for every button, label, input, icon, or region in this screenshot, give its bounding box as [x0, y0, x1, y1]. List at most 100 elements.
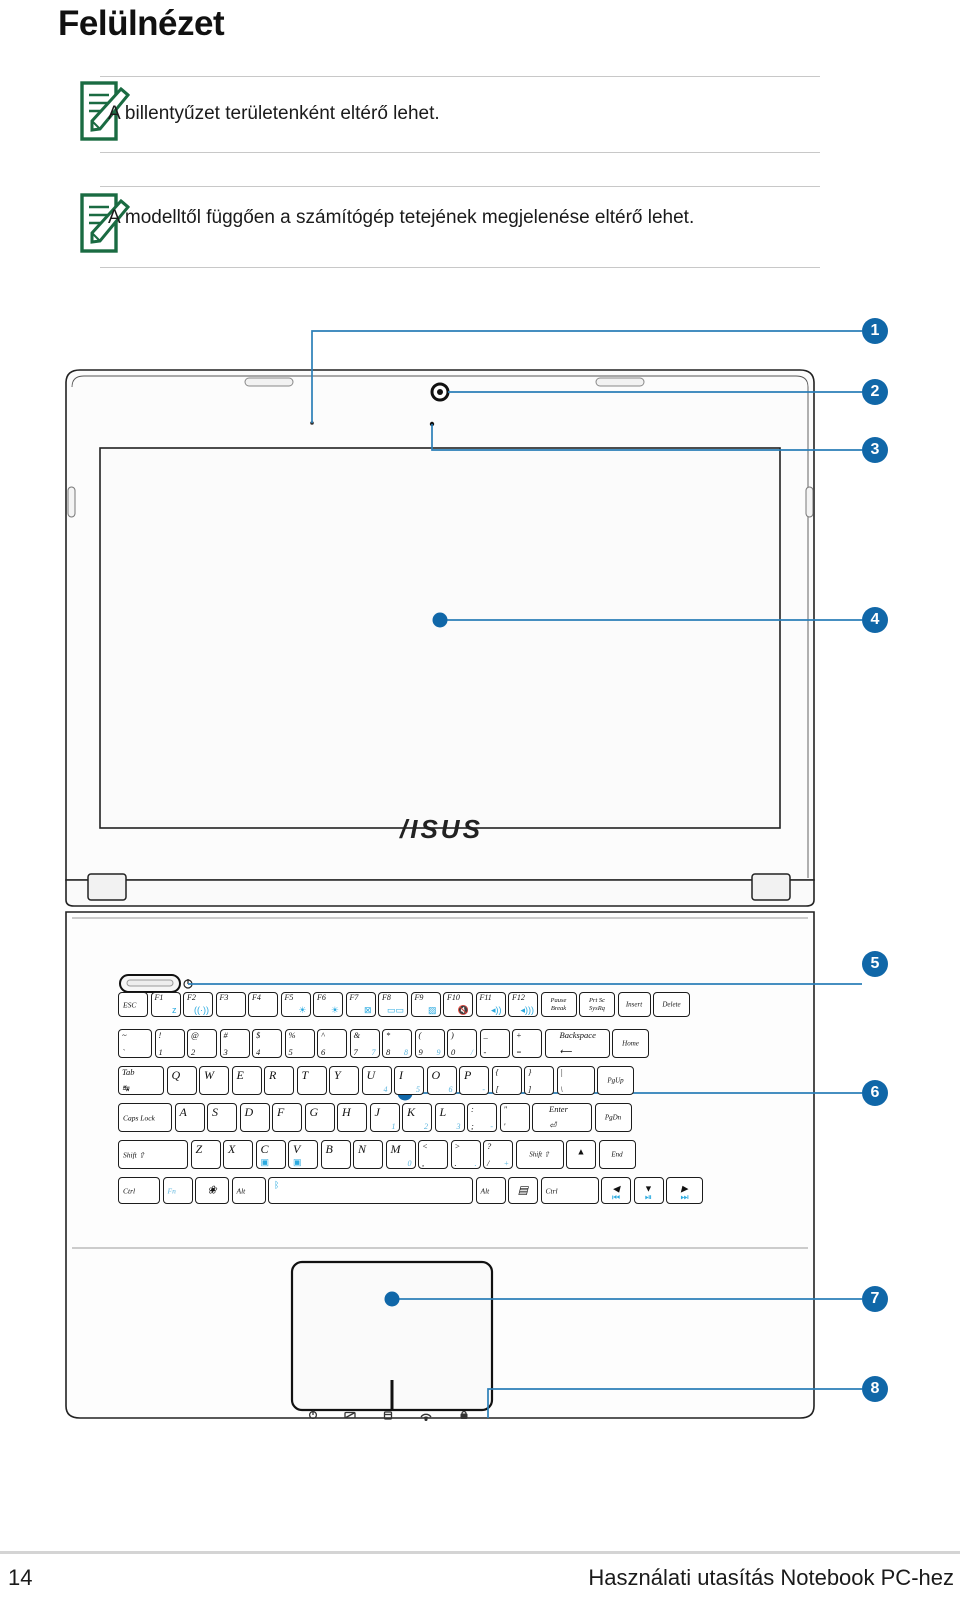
key-f10[interactable]: F10 🔇 — [443, 992, 473, 1017]
key-?[interactable]: ? / + — [483, 1140, 513, 1169]
callout-2[interactable]: 2 — [862, 379, 888, 405]
key-w[interactable]: W — [199, 1066, 229, 1095]
key-x[interactable]: X — [223, 1140, 253, 1169]
key-fn[interactable]: Fn — [162, 1177, 193, 1204]
key-e[interactable]: E — [231, 1066, 262, 1095]
key-q[interactable]: Q — [166, 1066, 197, 1095]
key-◀[interactable]: ◀ ⏮ — [601, 1177, 631, 1204]
callout-8[interactable]: 8 — [862, 1376, 888, 1402]
key-:[interactable]: :; - — [467, 1103, 497, 1132]
key-{[interactable]: {[ — [491, 1066, 522, 1095]
key-f3[interactable]: F3 — [215, 992, 246, 1017]
key-m[interactable]: M0 — [385, 1140, 416, 1169]
key->[interactable]: >.. — [450, 1140, 481, 1169]
key-f12[interactable]: F12 ◂))) — [508, 992, 538, 1017]
key-~[interactable]: ~ ` — [118, 1029, 152, 1058]
key-d[interactable]: D — [239, 1103, 270, 1132]
key-backspace[interactable]: Backspace ⟵ — [544, 1029, 610, 1058]
callout-6[interactable]: 6 — [862, 1080, 888, 1106]
key-*[interactable]: * 8 8 — [382, 1029, 412, 1058]
wifi-icon: ((·)) — [194, 1005, 209, 1015]
key-alt[interactable]: Alt — [231, 1177, 266, 1204]
key-n[interactable]: N — [353, 1140, 383, 1169]
key-z[interactable]: Z — [190, 1140, 221, 1169]
key-▼[interactable]: ▼ ⏯ — [633, 1177, 664, 1204]
key-v[interactable]: V ▣ — [288, 1140, 318, 1169]
key-delete[interactable]: Delete — [653, 992, 690, 1017]
key-alt[interactable]: Alt — [475, 1177, 506, 1204]
key-$[interactable]: $4 — [252, 1029, 282, 1058]
windows-logo-icon: ❀ — [207, 1184, 217, 1196]
key-y[interactable]: Y — [329, 1066, 359, 1095]
key-shift-⇧[interactable]: Shift ⇧ — [515, 1140, 564, 1169]
callout-7[interactable]: 7 — [862, 1286, 888, 1312]
key-ctrl[interactable]: Ctrl — [118, 1177, 160, 1204]
key-f5[interactable]: F5 ☀ — [280, 992, 311, 1017]
key-f1[interactable]: F1 z — [150, 992, 181, 1017]
key-b[interactable]: B — [320, 1140, 351, 1169]
key-pgup[interactable]: PgUp — [597, 1066, 634, 1095]
key-esc[interactable]: ESC — [118, 992, 148, 1017]
key-f7[interactable]: F7 ⊠ — [345, 992, 376, 1017]
key-f[interactable]: F — [272, 1103, 302, 1132]
key-s[interactable]: S — [207, 1103, 237, 1132]
key-enter[interactable]: Enter ⏎ — [532, 1103, 592, 1132]
key-![interactable]: ! 1 — [154, 1029, 185, 1058]
key-f9[interactable]: F9 ▨ — [410, 992, 441, 1017]
key-o[interactable]: O6 — [426, 1066, 457, 1095]
key-tab[interactable]: Tab ↹ — [118, 1066, 164, 1095]
key-home[interactable]: Home — [612, 1029, 649, 1058]
key-p[interactable]: P- — [459, 1066, 489, 1095]
key-@[interactable]: @2 — [187, 1029, 217, 1058]
key-menu-key[interactable]: ▤ — [508, 1177, 538, 1204]
key-^[interactable]: ^ 6 — [317, 1029, 347, 1058]
key-)[interactable]: ) 0/ — [447, 1029, 477, 1058]
key-f4[interactable]: F4 — [248, 992, 278, 1017]
anchor-7 — [384, 1291, 400, 1307]
key-&[interactable]: & 7 7 — [349, 1029, 380, 1058]
callout-3[interactable]: 3 — [862, 437, 888, 463]
callout-1[interactable]: 1 — [862, 318, 888, 344]
callout-5[interactable]: 5 — [862, 951, 888, 977]
lid-vent-left — [244, 377, 294, 387]
key-shift-⇧[interactable]: Shift ⇧ — [118, 1140, 188, 1169]
key-u[interactable]: U4 — [361, 1066, 392, 1095]
key-f11[interactable]: F11 ◂)) — [475, 992, 506, 1017]
key-"[interactable]: " ' — [499, 1103, 530, 1132]
key-f2[interactable]: F2 ((·)) — [183, 992, 213, 1017]
key-a[interactable]: A — [174, 1103, 205, 1132]
key-i[interactable]: I5 — [394, 1066, 424, 1095]
callout-4[interactable]: 4 — [862, 607, 888, 633]
key-▶[interactable]: ▶ ⏭ — [666, 1177, 703, 1204]
key-pause-break[interactable]: Pause Break — [540, 992, 577, 1017]
key-#[interactable]: #3 — [219, 1029, 250, 1058]
key-end[interactable]: End — [598, 1140, 636, 1169]
key-windows-key[interactable]: ❀ — [195, 1177, 229, 1204]
key-ctrl[interactable]: Ctrl — [540, 1177, 599, 1204]
keyboard[interactable]: ESC F1 z F2 ((·)) F3 F4 F5 ☀ F6 ☀ F7 ⊠ F8 ▭▭ F9 ▨ F10 🔇 F11… — [118, 992, 763, 1234]
key-pgdn[interactable]: PgDn — [594, 1103, 632, 1132]
key-<[interactable]: <, — [418, 1140, 448, 1169]
key-caps-lock[interactable]: Caps Lock — [118, 1103, 172, 1132]
key-%[interactable]: % 5 — [284, 1029, 315, 1058]
key-prt-sc-sysrq[interactable]: Prt Sc SysRq — [579, 992, 615, 1017]
key-f8[interactable]: F8 ▭▭ — [378, 992, 408, 1017]
key-insert[interactable]: Insert — [617, 992, 651, 1017]
key-l[interactable]: L3 — [434, 1103, 465, 1132]
key-t[interactable]: T — [296, 1066, 327, 1095]
key-g[interactable]: G — [304, 1103, 335, 1132]
key-_[interactable]: _ - — [479, 1029, 510, 1058]
key-}[interactable]: }] — [524, 1066, 554, 1095]
key-f6[interactable]: F6 ☀ — [313, 992, 343, 1017]
key-+[interactable]: + = — [512, 1029, 542, 1058]
key-space[interactable]: ᛒ — [268, 1177, 473, 1204]
bluetooth-icon: ᛒ — [274, 1180, 280, 1190]
key-([interactable]: (9 9 — [414, 1029, 445, 1058]
key-|[interactable]: | \ — [556, 1066, 595, 1095]
key-j[interactable]: J1 — [369, 1103, 400, 1132]
key-h[interactable]: H — [337, 1103, 367, 1132]
key-c[interactable]: C ▣ — [255, 1140, 286, 1169]
key-▲[interactable]: ▲ — [566, 1140, 596, 1169]
key-k[interactable]: K2 — [402, 1103, 432, 1132]
key-r[interactable]: R — [264, 1066, 294, 1095]
